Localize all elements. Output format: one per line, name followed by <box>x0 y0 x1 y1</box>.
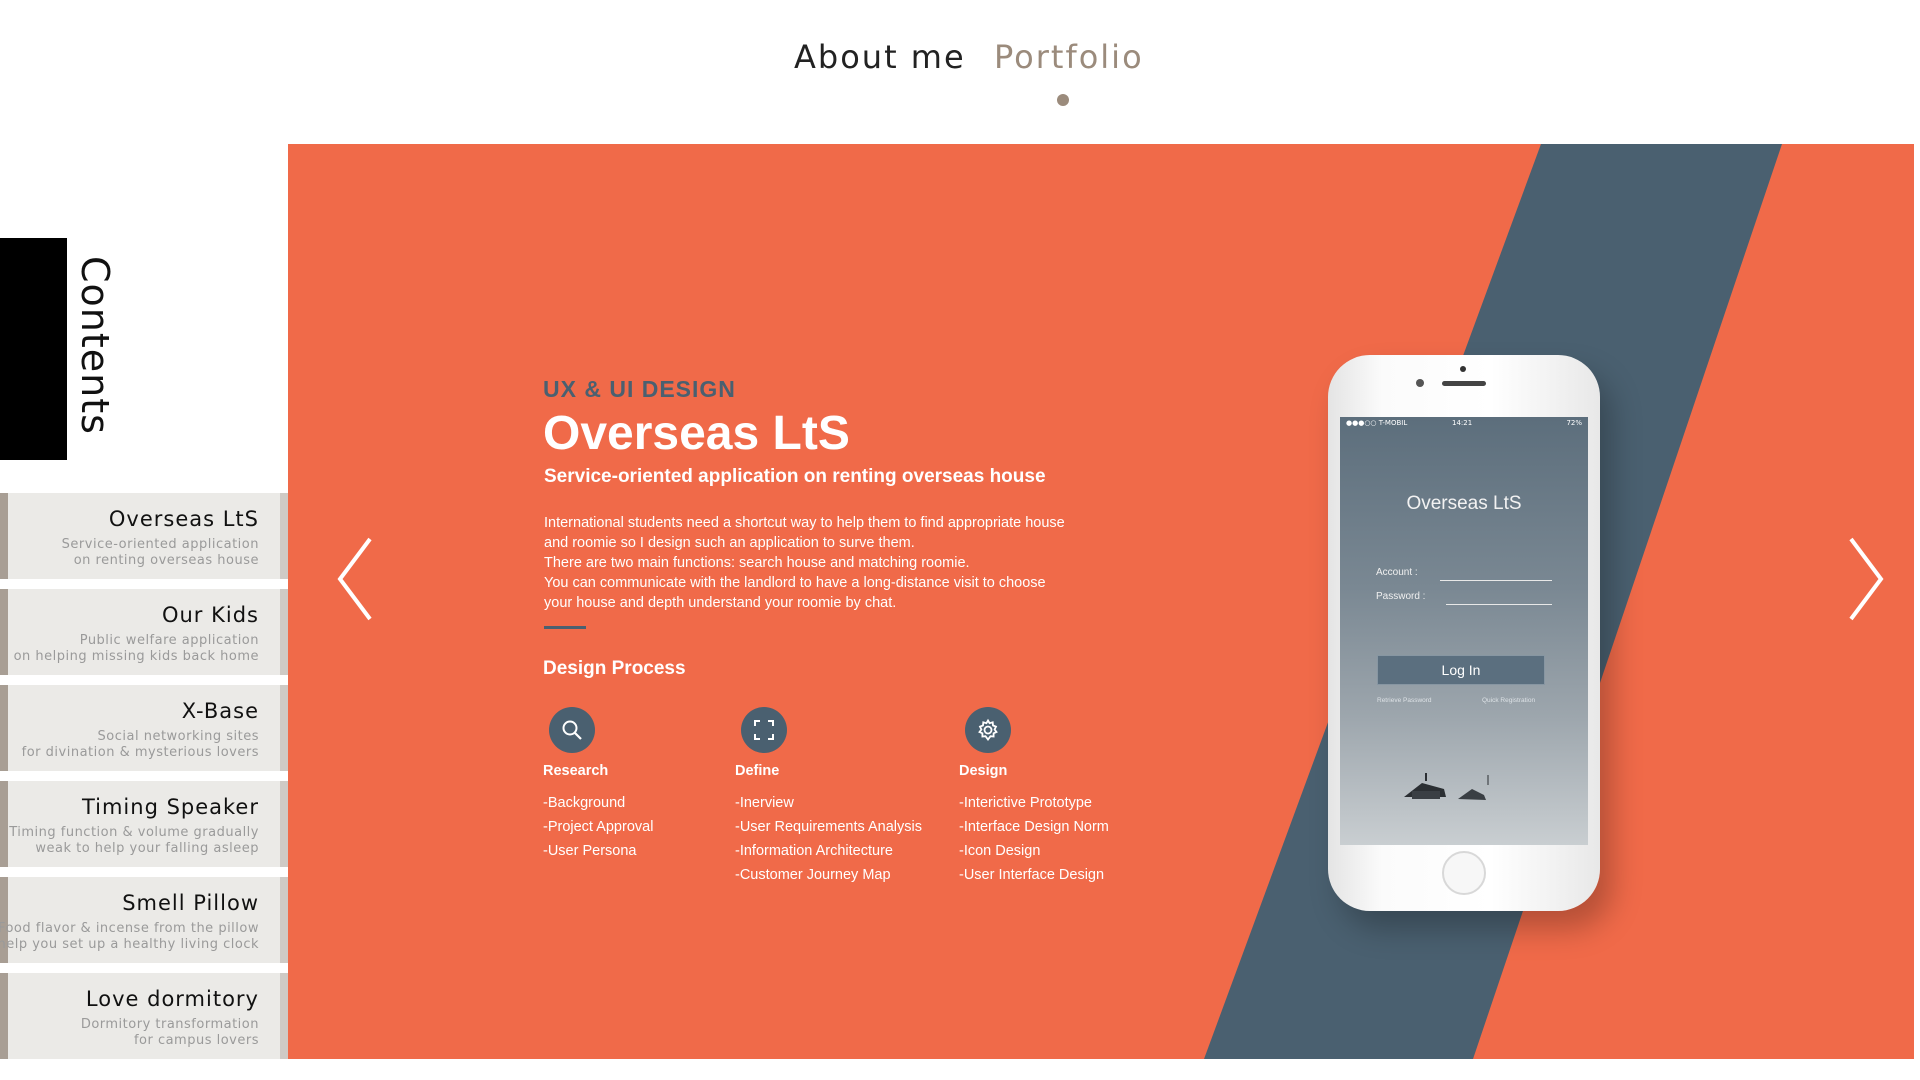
sidebar-item-subtitle: Dormitory transformation <box>80 1017 259 1032</box>
sidebar-item-title: Timing Speaker <box>81 795 259 819</box>
process-item: -Interictive Prototype <box>959 795 1092 811</box>
sidebar-item-subtitle: help you set up a healthy living clock <box>0 937 259 952</box>
phone-sensor <box>1416 379 1424 387</box>
sidebar-item-subtitle: on renting overseas house <box>73 553 259 568</box>
contents-heading-text: Contents <box>73 256 117 435</box>
sidebar-item-our-kids[interactable]: Our Kids Public welfare application on h… <box>0 589 288 675</box>
retrieve-password-link[interactable]: Retrieve Password <box>1377 697 1432 704</box>
process-step-define: Define -Inerview -User Requirements Anal… <box>735 707 955 887</box>
sidebar-item-subtitle: weak to help your falling asleep <box>35 841 259 856</box>
section-divider <box>544 626 586 629</box>
quick-registration-link[interactable]: Quick Registration <box>1482 697 1535 704</box>
process-step-design: Design -Interictive Prototype -Interface… <box>959 707 1179 887</box>
description-line: International students need a shortcut w… <box>544 515 1065 531</box>
sidebar-item-subtitle: for divination & mysterious lovers <box>21 745 259 760</box>
process-step-items: -Interictive Prototype -Interface Design… <box>959 791 1179 887</box>
process-item: -Information Architecture <box>735 843 893 859</box>
account-field[interactable]: Account : <box>1376 567 1552 583</box>
process-item: -Interface Design Norm <box>959 819 1109 835</box>
sidebar-item-overseas-lts[interactable]: Overseas LtS Service-oriented applicatio… <box>0 493 288 579</box>
previous-arrow-icon[interactable] <box>328 529 378 629</box>
sidebar-item-title: Smell Pillow <box>122 891 259 915</box>
description-line: You can communicate with the landlord to… <box>544 575 1046 591</box>
next-arrow-icon[interactable] <box>1843 529 1893 629</box>
project-subtitle: Service-oriented application on renting … <box>544 466 1046 487</box>
phone-status-bar: ●●●○○ T-MOBIL 14:21 72% <box>1340 419 1588 429</box>
process-step-research: Research -Background -Project Approval -… <box>543 707 763 863</box>
gear-icon <box>965 707 1011 753</box>
sidebar-item-subtitle: Public welfare application <box>79 633 259 648</box>
app-title: Overseas LtS <box>1406 493 1522 514</box>
sidebar-item-title: Love dormitory <box>85 987 259 1011</box>
process-item: -Inerview <box>735 795 794 811</box>
sidebar-item-subtitle: Food flavor & incense from the pillow <box>0 921 259 936</box>
sidebar-item-x-base[interactable]: X-Base Social networking sites for divin… <box>0 685 288 771</box>
status-carrier: ●●●○○ T-MOBIL <box>1346 419 1408 427</box>
account-input-line <box>1440 580 1552 581</box>
process-item: -User Requirements Analysis <box>735 819 922 835</box>
project-category: UX & UI DESIGN <box>543 376 736 402</box>
contents-marker <box>0 238 67 460</box>
phone-home-button[interactable] <box>1442 851 1486 895</box>
phone-mockup: ●●●○○ T-MOBIL 14:21 72% Overseas LtS Acc… <box>1328 355 1600 911</box>
nav-active-indicator <box>1057 94 1069 106</box>
phone-camera <box>1460 366 1466 372</box>
page: About me Portfolio Contents Overseas LtS… <box>0 0 1920 1080</box>
process-item: -User Persona <box>543 843 637 859</box>
account-label: Account : <box>1376 567 1418 578</box>
process-item: -User Interface Design <box>959 867 1105 883</box>
project-title: Overseas LtS <box>543 407 850 460</box>
process-step-items: -Inerview -User Requirements Analysis -I… <box>735 791 955 887</box>
focus-frame-icon <box>741 707 787 753</box>
process-step-name: Design <box>959 763 1008 779</box>
sidebar-item-subtitle: Timing function & volume gradually <box>9 825 259 840</box>
sidebar-item-subtitle: for campus lovers <box>133 1033 259 1048</box>
login-button[interactable]: Log In <box>1377 655 1545 685</box>
sidebar-item-title: Our Kids <box>161 603 259 627</box>
sidebar-item-title: X-Base <box>181 699 259 723</box>
nav-about-me[interactable]: About me <box>794 38 966 76</box>
password-field[interactable]: Password : <box>1376 591 1552 607</box>
sidebar-item-love-dormitory[interactable]: Love dormitory Dormitory transformation … <box>0 973 288 1059</box>
contents-heading: Contents <box>71 256 121 446</box>
design-process-heading: Design Process <box>543 658 686 679</box>
phone-speaker <box>1442 381 1486 386</box>
process-item: -Project Approval <box>543 819 654 835</box>
process-step-items: -Background -Project Approval -User Pers… <box>543 791 763 863</box>
sidebar-item-subtitle: Service-oriented application <box>61 537 259 552</box>
top-navigation: About me Portfolio <box>0 38 1920 118</box>
sidebar-item-smell-pillow[interactable]: Smell Pillow Food flavor & incense from … <box>0 877 288 963</box>
sidebar-item-timing-speaker[interactable]: Timing Speaker Timing function & volume … <box>0 781 288 867</box>
sidebar-item-subtitle: Social networking sites <box>97 729 259 744</box>
project-showcase-panel: UX & UI DESIGN Overseas LtS Service-orie… <box>288 144 1914 1059</box>
nav-portfolio[interactable]: Portfolio <box>994 38 1144 76</box>
description-line: There are two main functions: search hou… <box>544 555 970 571</box>
phone-screen: ●●●○○ T-MOBIL 14:21 72% Overseas LtS Acc… <box>1340 417 1588 845</box>
password-label: Password : <box>1376 591 1426 602</box>
status-battery: 72% <box>1566 419 1582 427</box>
project-sidebar: Overseas LtS Service-oriented applicatio… <box>0 493 288 1069</box>
project-description: International students need a shortcut w… <box>544 513 1164 613</box>
process-item: -Customer Journey Map <box>735 867 891 883</box>
snow-hut-illustration <box>1404 773 1489 800</box>
search-icon <box>549 707 595 753</box>
process-step-name: Define <box>735 763 780 779</box>
process-step-name: Research <box>543 763 609 779</box>
process-item: -Background <box>543 795 626 811</box>
sidebar-item-title: Overseas LtS <box>108 507 259 531</box>
process-item: -Icon Design <box>959 843 1041 859</box>
description-line: your house and depth understand your roo… <box>544 595 897 611</box>
description-line: and roomie so I design such an applicati… <box>544 535 915 551</box>
sidebar-item-subtitle: on helping missing kids back home <box>13 649 259 664</box>
password-input-line <box>1446 604 1552 605</box>
status-time: 14:21 <box>1452 419 1473 427</box>
